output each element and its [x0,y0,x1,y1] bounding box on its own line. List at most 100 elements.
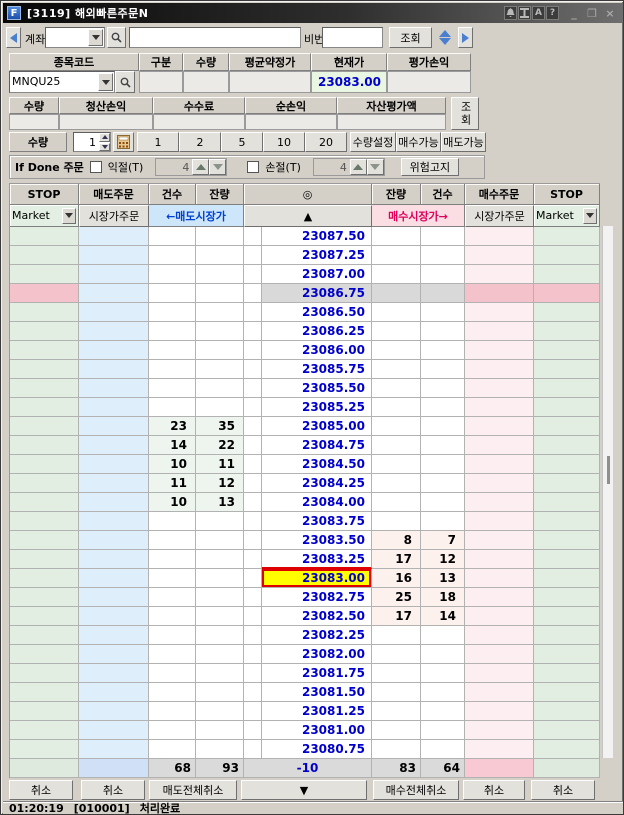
ladder-cell-stop-buy[interactable] [534,512,600,531]
preset-20-button[interactable]: 20 [305,132,347,152]
ladder-cell-sell-order[interactable] [79,455,149,474]
ladder-cell-price[interactable]: 23086.75 [262,284,372,303]
ladder-cell-price[interactable]: 23081.75 [262,664,372,683]
ladder-cell-stop-buy[interactable] [534,493,600,512]
ladder-cell-price[interactable]: 23085.00 [262,417,372,436]
ladder-cell-stop-sell[interactable] [10,683,79,702]
ladder-cell-sell-order[interactable] [79,512,149,531]
ladder-cell-buy-order[interactable] [465,569,534,588]
ladder-cell-price[interactable]: 23086.00 [262,341,372,360]
ladder-cell-buy-order[interactable] [465,626,534,645]
ladder-cell-price[interactable]: 23081.00 [262,721,372,740]
ladder-cell-buy-order[interactable] [465,455,534,474]
sellable-button[interactable]: 매도가능 [441,132,486,152]
ladder-cell-sell-order[interactable] [79,702,149,721]
account-dropdown-button[interactable] [88,29,103,46]
ladder-cell-stop-sell[interactable] [10,607,79,626]
ladder-cell-price[interactable]: 23082.50 [262,607,372,626]
ladder-cell-stop-buy[interactable] [534,626,600,645]
help-icon[interactable]: ? [546,6,559,20]
ladder-cell-stop-buy[interactable] [534,436,600,455]
ladder-cell-price[interactable]: 23084.50 [262,455,372,474]
ladder-scrollbar[interactable] [602,226,613,758]
ladder-cell-sell-order[interactable] [79,303,149,322]
preset-5-button[interactable]: 5 [221,132,263,152]
ladder-cell-buy-order[interactable] [465,607,534,626]
pin-icon[interactable] [518,6,531,20]
ladder-cell-stop-buy[interactable] [534,398,600,417]
font-icon[interactable]: A [532,6,545,20]
ladder-cell-stop-sell[interactable] [10,436,79,455]
ladder-cell-sell-order[interactable] [79,664,149,683]
ladder-cell-buy-order[interactable] [465,721,534,740]
ladder-cell-buy-order[interactable] [465,493,534,512]
center-scroll-up-button[interactable]: ▲ [244,205,372,227]
ladder-cell-buy-order[interactable] [465,322,534,341]
ladder-cell-price[interactable]: 23085.50 [262,379,372,398]
ladder-cell-stop-sell[interactable] [10,398,79,417]
ladder-cell-stop-sell[interactable] [10,588,79,607]
ladder-cell-buy-order[interactable] [465,664,534,683]
ladder-cell-stop-sell[interactable] [10,626,79,645]
ladder-cell-stop-sell[interactable] [10,645,79,664]
stop-type-select-left[interactable]: Market [10,205,79,227]
ladder-cell-price[interactable]: 23081.25 [262,702,372,721]
ladder-cell-buy-order[interactable] [465,531,534,550]
preset-10-button[interactable]: 10 [263,132,305,152]
bell-icon[interactable] [504,6,517,20]
ladder-cell-buy-order[interactable] [465,341,534,360]
ladder-cell-price[interactable]: 23082.00 [262,645,372,664]
ladder-cell-price[interactable]: 23083.75 [262,512,372,531]
stop-type-select-right[interactable]: Market [534,205,600,227]
title-bar[interactable]: F [3119] 해외빠른주문N A ? _ ❐ × [3,3,623,23]
market-dropdown-button[interactable] [583,208,597,224]
ladder-cell-price[interactable]: 23086.50 [262,303,372,322]
ladder-cell-buy-order[interactable] [465,265,534,284]
ladder-cell-sell-order[interactable] [79,360,149,379]
ladder-cell-stop-buy[interactable] [534,588,600,607]
ladder-cell-stop-sell[interactable] [10,512,79,531]
ladder-cell-stop-sell[interactable] [10,474,79,493]
ladder-cell-stop-sell[interactable] [10,341,79,360]
minimize-button[interactable]: _ [567,6,581,20]
symbol-search-button[interactable] [115,71,135,93]
ladder-cell-stop-sell[interactable] [10,227,79,246]
buy-at-market-button[interactable]: 매수시장가→ [372,205,465,227]
ladder-cell-buy-order[interactable] [465,246,534,265]
ladder-cell-sell-order[interactable] [79,398,149,417]
ladder-cell-price[interactable]: 23083.00 [262,569,372,588]
ladder-cell-stop-buy[interactable] [534,322,600,341]
ladder-cell-sell-order[interactable] [79,284,149,303]
ladder-cell-buy-order[interactable] [465,227,534,246]
cancel-all-sell-button[interactable]: 매도전체취소 [149,780,237,800]
ladder-cell-buy-order[interactable] [465,702,534,721]
ladder-cell-stop-sell[interactable] [10,322,79,341]
ladder-cell-price[interactable]: 23083.50 [262,531,372,550]
ladder-cell-stop-buy[interactable] [534,284,600,303]
ladder-cell-stop-sell[interactable] [10,303,79,322]
ladder-cell-stop-buy[interactable] [534,341,600,360]
ladder-cell-price[interactable]: 23085.25 [262,398,372,417]
ladder-cell-price[interactable]: 23083.25 [262,550,372,569]
pnl-inquiry-button[interactable]: 조회 [451,97,479,130]
account-name-input[interactable] [129,27,301,48]
ladder-cell-price[interactable]: 23080.75 [262,740,372,759]
ladder-cell-buy-order[interactable] [465,436,534,455]
sell-at-market-button[interactable]: ←매도시장가 [149,205,244,227]
ladder-cell-buy-order[interactable] [465,645,534,664]
ladder-cell-sell-order[interactable] [79,246,149,265]
ladder-cell-price[interactable]: 23081.50 [262,683,372,702]
ladder-cell-stop-buy[interactable] [534,303,600,322]
ladder-cell-sell-order[interactable] [79,379,149,398]
ladder-cell-sell-order[interactable] [79,322,149,341]
ladder-cell-stop-buy[interactable] [534,265,600,284]
ladder-cell-buy-order[interactable] [465,474,534,493]
maximize-button[interactable]: ❐ [585,6,599,20]
stop-loss-spinner[interactable]: 4 [313,158,385,176]
ladder-cell-buy-order[interactable] [465,512,534,531]
ladder-cell-stop-buy[interactable] [534,227,600,246]
ladder-cell-stop-sell[interactable] [10,721,79,740]
ladder-cell-sell-order[interactable] [79,417,149,436]
ladder-cell-sell-order[interactable] [79,436,149,455]
ladder-cell-buy-order[interactable] [465,550,534,569]
